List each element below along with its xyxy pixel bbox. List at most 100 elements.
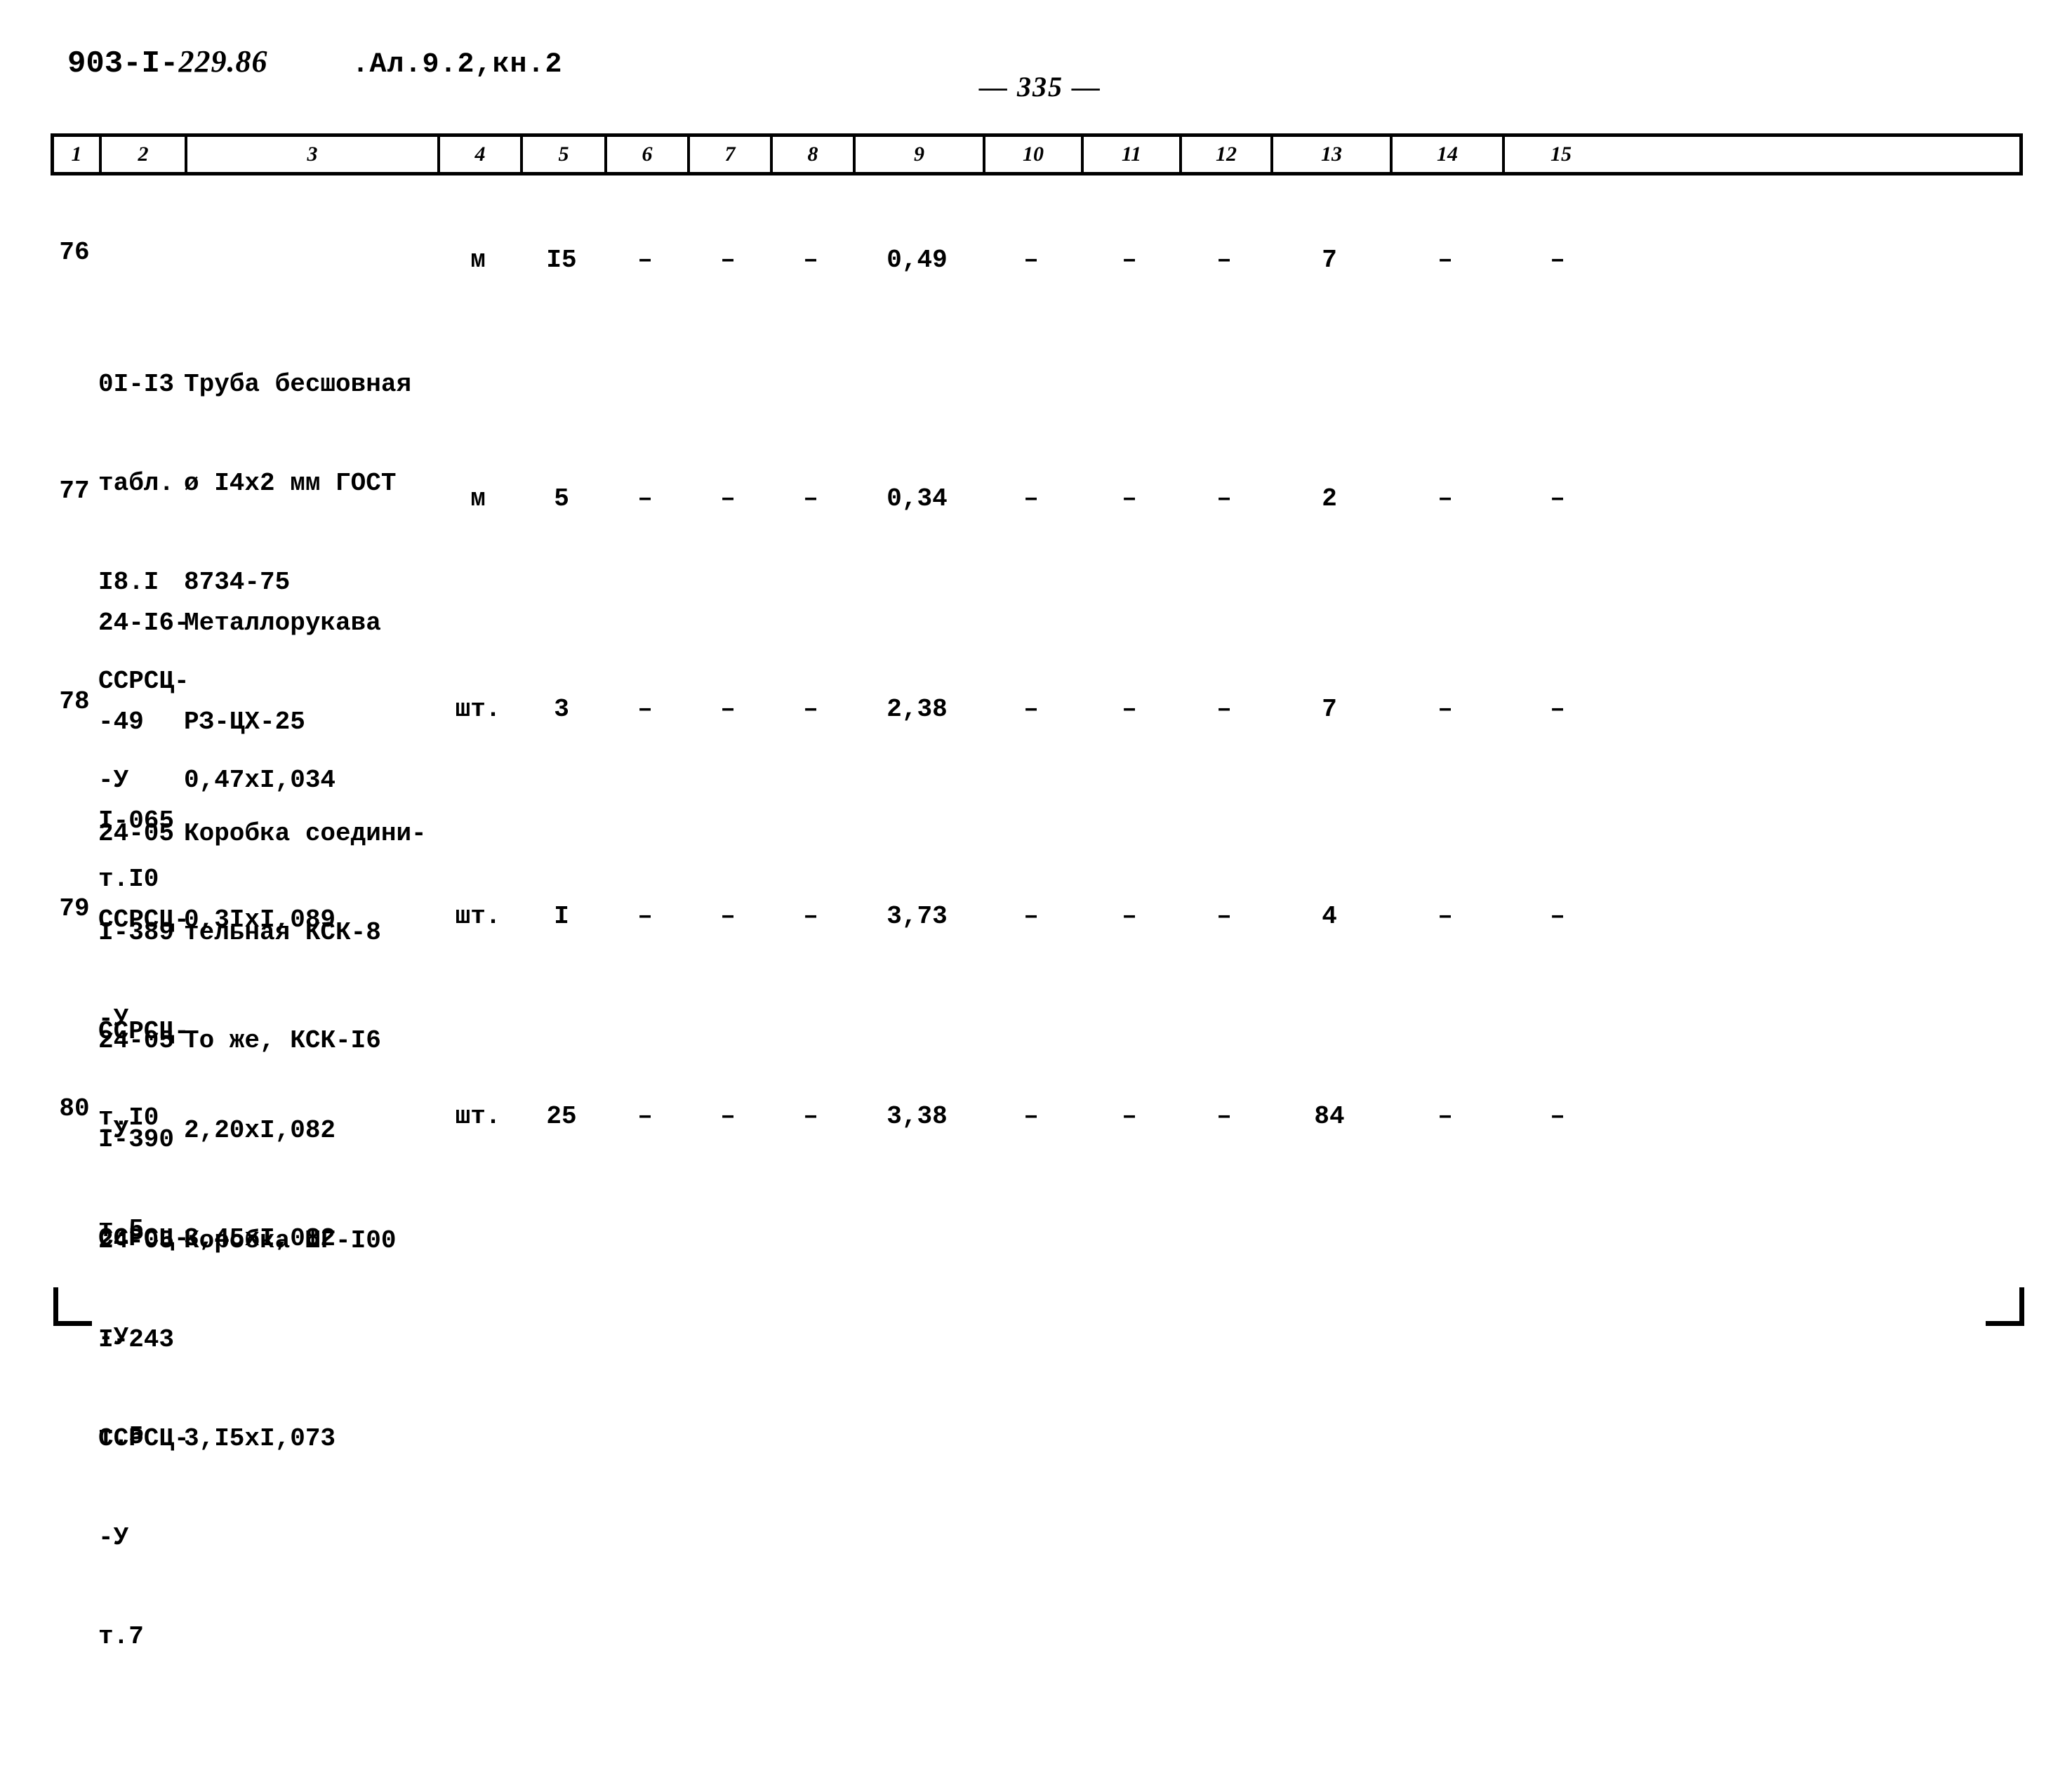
row-unit: шт. xyxy=(455,902,501,931)
row-quantity: I xyxy=(554,902,569,931)
row-col-14: – xyxy=(1437,695,1453,724)
row-col-9-price: 3,38 xyxy=(886,1102,948,1131)
column-header-3: 3 xyxy=(187,137,440,172)
row-col-11: – xyxy=(1122,484,1137,513)
row-number: 80 xyxy=(59,1094,90,1123)
row-unit: м xyxy=(470,484,486,513)
row-col-9-price: 0,34 xyxy=(886,484,948,513)
column-header-9: 9 xyxy=(856,137,985,172)
row-col-15: – xyxy=(1550,1102,1565,1131)
row-col-8: – xyxy=(803,695,818,724)
row-number: 77 xyxy=(59,477,90,505)
document-code-prefix: 903-I- xyxy=(67,46,179,81)
row-code-lines: 24-05 I-243 ССРСЦ- -У т.7 xyxy=(98,1226,190,1651)
table-row: 79 24-05 I-390 ССРСЦ- -У т.5 То же, КСК-… xyxy=(51,867,2023,1451)
row-col-9-price: 0,49 xyxy=(886,246,948,274)
row-col-14: – xyxy=(1437,246,1453,274)
row-col-11: – xyxy=(1122,902,1137,931)
row-col-10: – xyxy=(1023,902,1039,931)
table-column-header-strip: 1 2 3 4 5 6 7 8 9 10 11 12 13 14 15 xyxy=(51,133,2023,175)
row-col-10: – xyxy=(1023,1102,1039,1131)
row-col-8: – xyxy=(803,246,818,274)
row-col-10: – xyxy=(1023,246,1039,274)
column-header-8: 8 xyxy=(773,137,856,172)
row-unit: м xyxy=(470,246,486,274)
row-col-7: – xyxy=(720,902,736,931)
row-col-12: – xyxy=(1216,695,1232,724)
row-col-15: – xyxy=(1550,484,1565,513)
table-row: 78 24-05 I-389 ССРСЦ- -У т.5 Коробка сое… xyxy=(51,660,2023,1244)
row-unit: шт. xyxy=(455,1102,501,1131)
row-col-6: – xyxy=(637,484,653,513)
row-col-12: – xyxy=(1216,1102,1232,1131)
row-col-9-price: 3,73 xyxy=(886,902,948,931)
row-quantity: 25 xyxy=(546,1102,577,1131)
page-number: — 335 — xyxy=(979,71,1101,102)
row-number: 76 xyxy=(59,238,90,267)
table-row: 77 24-I6- -49 I-065 ССРСЦ- -У т.I0 Метал… xyxy=(51,449,2023,1132)
document-code-suffix: 229.86 xyxy=(178,44,268,79)
row-col-14: – xyxy=(1437,1102,1453,1131)
column-header-5: 5 xyxy=(523,137,607,172)
column-header-1: 1 xyxy=(54,137,102,172)
column-header-10: 10 xyxy=(985,137,1084,172)
row-quantity: 5 xyxy=(554,484,569,513)
document-header: 903-I-229.86 .Ал.9.2,кн.2 xyxy=(67,44,562,81)
row-coefficient: 3,I5xI,073 xyxy=(184,1424,336,1453)
row-unit: шт. xyxy=(455,695,501,724)
column-header-4: 4 xyxy=(440,137,523,172)
row-col-7: – xyxy=(720,484,736,513)
column-header-6: 6 xyxy=(607,137,690,172)
scanned-page: 903-I-229.86 .Ал.9.2,кн.2 — 335 — 1 2 3 … xyxy=(0,0,2072,1651)
row-description-lines: Коробка ШГ-I00 3,I5xI,073 xyxy=(184,1158,437,1521)
column-header-14: 14 xyxy=(1393,137,1505,172)
row-col-13: 7 xyxy=(1322,695,1337,724)
row-col-6: – xyxy=(637,695,653,724)
row-col-14: – xyxy=(1437,902,1453,931)
row-col-10: – xyxy=(1023,695,1039,724)
row-col-8: – xyxy=(803,902,818,931)
column-header-13: 13 xyxy=(1273,137,1393,172)
row-col-11: – xyxy=(1122,246,1137,274)
row-quantity: 3 xyxy=(554,695,569,724)
table-row: 80 24-05 I-243 ССРСЦ- -У т.7 Коробка ШГ-… xyxy=(51,1067,2023,1651)
row-col-14: – xyxy=(1437,484,1453,513)
document-code: 903-I-229.86 xyxy=(67,44,267,81)
row-col-6: – xyxy=(637,246,653,274)
row-col-13: 4 xyxy=(1322,902,1337,931)
row-quantity: I5 xyxy=(546,246,577,274)
row-col-15: – xyxy=(1550,902,1565,931)
row-col-12: – xyxy=(1216,246,1232,274)
row-col-6: – xyxy=(637,1102,653,1131)
column-header-12: 12 xyxy=(1182,137,1273,172)
row-col-7: – xyxy=(720,246,736,274)
row-col-11: – xyxy=(1122,695,1137,724)
row-col-12: – xyxy=(1216,902,1232,931)
crop-mark-bottom-left-icon xyxy=(53,1287,92,1326)
column-header-2: 2 xyxy=(102,137,187,172)
column-header-7: 7 xyxy=(690,137,773,172)
estimate-table: 76 0I-I3 табл. I8.I ССРСЦ- -У т.I0 Труба… xyxy=(51,211,2023,1651)
column-header-15: 15 xyxy=(1550,142,1572,166)
album-reference: .Ал.9.2,кн.2 xyxy=(352,49,563,81)
row-col-7: – xyxy=(720,695,736,724)
row-code: 24-05 I-243 ССРСЦ- -У т.7 xyxy=(98,1067,190,1785)
row-col-13: 7 xyxy=(1322,246,1337,274)
row-col-12: – xyxy=(1216,484,1232,513)
row-col-15: – xyxy=(1550,695,1565,724)
row-number: 79 xyxy=(59,894,90,923)
row-col-8: – xyxy=(803,484,818,513)
description-spacer xyxy=(184,1323,437,1356)
row-col-6: – xyxy=(637,902,653,931)
row-col-10: – xyxy=(1023,484,1039,513)
table-row: 76 0I-I3 табл. I8.I ССРСЦ- -У т.I0 Труба… xyxy=(51,211,2023,894)
row-col-11: – xyxy=(1122,1102,1137,1131)
row-col-13: 84 xyxy=(1314,1102,1345,1131)
row-description: Коробка ШГ-I00 3,I5xI,073 xyxy=(184,1067,437,1587)
column-header-11: 11 xyxy=(1084,137,1182,172)
row-col-7: – xyxy=(720,1102,736,1131)
row-number: 78 xyxy=(59,687,90,716)
crop-mark-bottom-right-icon xyxy=(1986,1287,2024,1326)
row-col-9-price: 2,38 xyxy=(886,695,948,724)
row-col-13: 2 xyxy=(1322,484,1337,513)
